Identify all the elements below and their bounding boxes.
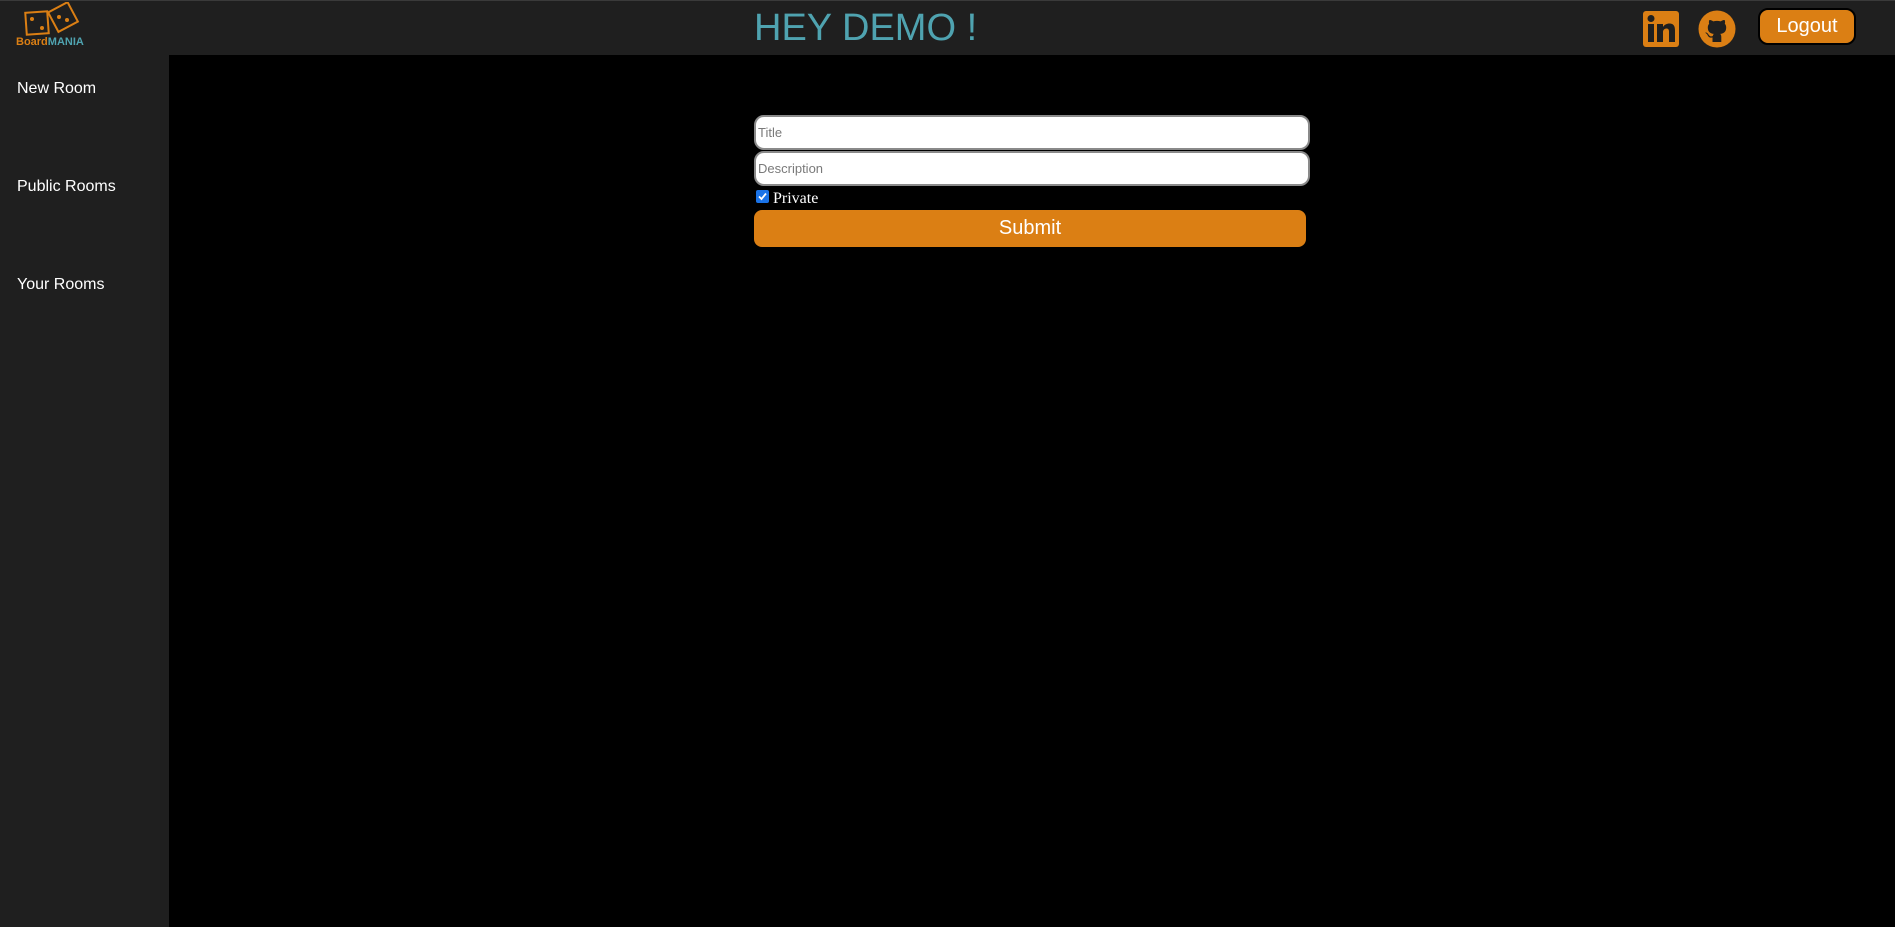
new-room-form: Private Submit: [754, 115, 1310, 247]
page-greeting: HEY DEMO !: [754, 7, 978, 49]
github-button[interactable]: [1698, 10, 1736, 48]
sidebar-item-your-rooms[interactable]: Your Rooms: [17, 276, 104, 294]
checkmark-icon: [758, 192, 767, 201]
submit-button[interactable]: Submit: [754, 210, 1306, 247]
description-input[interactable]: [754, 151, 1310, 186]
linkedin-icon: [1643, 11, 1679, 47]
logout-button[interactable]: Logout: [1758, 8, 1856, 45]
logo-wordmark: BoardMANIA: [16, 36, 84, 48]
dice-icon: [24, 0, 80, 36]
sidebar: New Room Public Rooms Your Rooms: [0, 55, 169, 927]
title-input[interactable]: [754, 115, 1310, 150]
github-icon: [1698, 10, 1736, 48]
sidebar-item-public-rooms[interactable]: Public Rooms: [17, 178, 116, 196]
sidebar-item-new-room[interactable]: New Room: [17, 80, 96, 98]
linkedin-button[interactable]: [1642, 10, 1680, 48]
private-label: Private: [773, 190, 819, 207]
logo-text-board: Board: [16, 36, 48, 48]
private-checkbox[interactable]: [756, 190, 769, 203]
top-header: BoardMANIA HEY DEMO ! Logout: [0, 0, 1895, 55]
private-option: Private: [754, 188, 1310, 208]
logo-text-mania: MANIA: [47, 36, 84, 48]
